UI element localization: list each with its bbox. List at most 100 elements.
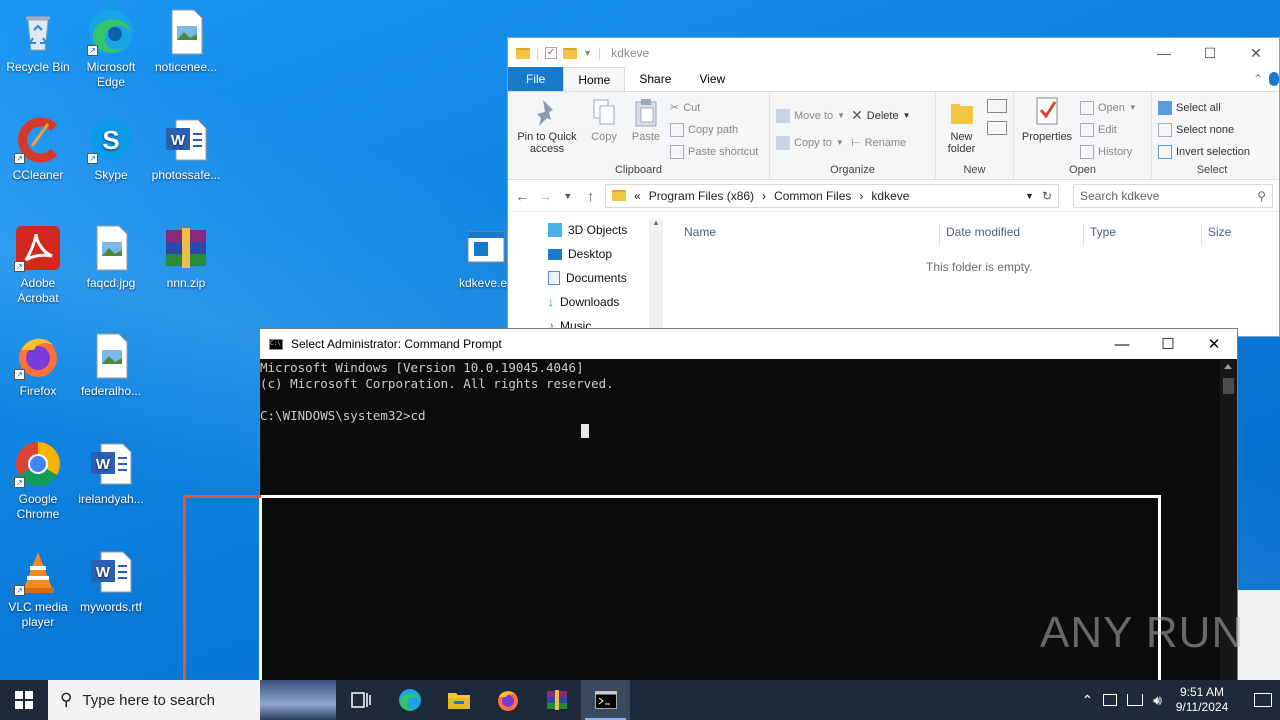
desktop-icon-edge[interactable]: ↗ Microsoft Edge	[73, 8, 149, 90]
back-arrow-icon[interactable]: ←	[514, 188, 531, 204]
taskbar-file-explorer[interactable]	[434, 680, 483, 720]
address-dropdown-icon[interactable]: ▼	[1025, 191, 1034, 201]
breadcrumb-overflow[interactable]: «	[634, 189, 641, 203]
select-none-button[interactable]: Select none	[1158, 121, 1250, 138]
minimize-button[interactable]: —	[1141, 38, 1187, 68]
minimize-button[interactable]: —	[1099, 329, 1145, 359]
cmd-title-bar[interactable]: C:\ Select Administrator: Command Prompt…	[260, 329, 1237, 359]
scroll-thumb[interactable]	[1223, 378, 1234, 394]
start-button[interactable]	[0, 680, 48, 720]
close-button[interactable]: ✕	[1233, 38, 1279, 68]
maximize-button[interactable]: ☐	[1145, 329, 1191, 359]
new-group: New folder New	[936, 92, 1014, 179]
nav-item-desktop[interactable]: Desktop	[508, 242, 664, 266]
svg-text:W: W	[96, 456, 111, 473]
open-button[interactable]: Open ▼	[1080, 99, 1137, 116]
invert-selection-button[interactable]: Invert selection	[1158, 143, 1250, 160]
desktop-icon-photossafe[interactable]: W photossafe...	[148, 116, 224, 183]
taskbar-winrar[interactable]	[532, 680, 581, 720]
copy-path-button[interactable]: Copy path	[670, 121, 758, 138]
task-view-button[interactable]	[336, 680, 385, 720]
maximize-button[interactable]: ☐	[1187, 38, 1233, 68]
taskbar-firefox[interactable]	[483, 680, 532, 720]
chevron-right-icon[interactable]: ›	[762, 189, 766, 203]
annotation-line	[183, 495, 261, 498]
new-item-icon[interactable]	[987, 99, 1007, 113]
delete-button[interactable]: ✕ Delete ▼	[851, 107, 910, 124]
rename-button[interactable]: ⊢ Rename	[851, 134, 910, 151]
search-input[interactable]: Search kdkeve ⚲	[1073, 183, 1273, 208]
paste-shortcut-button[interactable]: Paste shortcut	[670, 143, 758, 160]
column-name[interactable]: Name	[678, 224, 940, 246]
device-icon[interactable]	[1103, 694, 1118, 706]
desktop-icon-chrome[interactable]: ↗ Google Chrome	[0, 440, 76, 522]
recent-chevron-icon[interactable]: ▼	[560, 191, 577, 201]
address-bar[interactable]: « Program Files (x86) › Common Files › k…	[605, 183, 1059, 208]
nav-item-3d-objects[interactable]: 3D Objects	[508, 218, 664, 242]
move-to-button[interactable]: Move to ▼	[776, 107, 845, 124]
notification-icon[interactable]	[1254, 693, 1272, 707]
easy-access-icon[interactable]	[987, 121, 1007, 135]
chevron-up-icon[interactable]: ⌃	[1247, 67, 1269, 91]
desktop-icon-acrobat[interactable]: ↗ Adobe Acrobat	[0, 224, 76, 306]
properties-check-icon[interactable]: ✓	[545, 47, 558, 59]
image-file-icon	[162, 8, 210, 56]
column-size[interactable]: Size	[1202, 224, 1272, 246]
file-explorer-window[interactable]: | ✓ ▼ | kdkeve — ☐ ✕ File Home Share Vie…	[507, 37, 1280, 337]
tab-view[interactable]: View	[685, 67, 739, 91]
desktop-icon-mywords[interactable]: W mywords.rtf	[73, 548, 149, 615]
breadcrumb-kdkeve[interactable]: kdkeve	[871, 189, 909, 203]
desktop-icon-vlc[interactable]: ↗ VLC media player	[0, 548, 76, 630]
empty-folder-message: This folder is empty.	[926, 260, 1033, 274]
desktop-icon-recycle-bin[interactable]: Recycle Bin	[0, 8, 76, 75]
breadcrumb-program-files-x86[interactable]: Program Files (x86)	[649, 189, 754, 203]
desktop-icon-ccleaner[interactable]: ↗ CCleaner	[0, 116, 76, 183]
system-tray: ⌃ 🔊︎ 9:51 AM 9/11/2024	[1081, 685, 1280, 715]
downloads-icon: ↓	[548, 295, 554, 309]
desktop-icon-skype[interactable]: S ↗ Skype	[73, 116, 149, 183]
desktop-icon-noticenee[interactable]: noticenee...	[148, 8, 224, 75]
edit-button[interactable]: Edit	[1080, 121, 1137, 138]
history-button[interactable]: History	[1080, 143, 1137, 160]
icon-label: Skype	[94, 168, 128, 182]
tab-share[interactable]: Share	[625, 67, 685, 91]
up-arrow-icon[interactable]: ↑	[582, 188, 599, 204]
nav-scrollbar[interactable]: ▲	[649, 218, 663, 328]
close-button[interactable]: ✕	[1191, 329, 1237, 359]
desktop-icon-irelandyah[interactable]: W irelandyah...	[73, 440, 149, 507]
taskbar-command-prompt[interactable]	[581, 680, 630, 720]
new-folder-icon[interactable]	[563, 47, 578, 59]
nav-item-downloads[interactable]: ↓ Downloads	[508, 290, 664, 314]
column-date-modified[interactable]: Date modified	[940, 224, 1084, 246]
desktop-icon-faqcd[interactable]: faqcd.jpg	[73, 224, 149, 291]
desktop-icon-nnn-zip[interactable]: nnn.zip	[148, 224, 224, 291]
desktop-icon-firefox[interactable]: ↗ Firefox	[0, 332, 76, 399]
chevron-down-icon[interactable]: ▼	[583, 48, 592, 58]
column-type[interactable]: Type	[1084, 224, 1202, 246]
breadcrumb-common-files[interactable]: Common Files	[774, 189, 851, 203]
scroll-up-icon[interactable]	[1224, 364, 1232, 369]
nav-item-documents[interactable]: Documents	[508, 266, 664, 290]
forward-arrow-icon[interactable]: →	[537, 188, 554, 204]
refresh-icon[interactable]: ↻	[1042, 189, 1052, 203]
desktop-icon	[548, 248, 562, 260]
cut-button[interactable]: ✂ Cut	[670, 99, 758, 116]
explorer-title-bar[interactable]: | ✓ ▼ | kdkeve — ☐ ✕	[508, 38, 1279, 68]
firefox-icon	[497, 691, 518, 711]
network-icon[interactable]	[1127, 694, 1144, 706]
tab-file[interactable]: File	[508, 67, 564, 91]
clock[interactable]: 9:51 AM 9/11/2024	[1172, 685, 1232, 715]
select-all-button[interactable]: Select all	[1158, 99, 1250, 116]
cmd-scrollbar[interactable]	[1220, 360, 1237, 720]
copy-to-button[interactable]: Copy to ▼	[776, 134, 845, 151]
volume-icon[interactable]: 🔊︎	[1153, 692, 1162, 709]
help-icon[interactable]	[1269, 72, 1279, 86]
chevron-up-icon[interactable]: ⌃	[1081, 692, 1093, 709]
taskbar-search-box[interactable]: ⚲ Type here to search	[48, 680, 336, 720]
command-prompt-icon	[594, 691, 617, 709]
taskbar-edge[interactable]	[385, 680, 434, 720]
desktop-icon-federalho[interactable]: federalho...	[73, 332, 149, 399]
tab-home[interactable]: Home	[563, 67, 626, 91]
console-output[interactable]: Microsoft Windows [Version 10.0.19045.40…	[260, 360, 1220, 424]
chevron-right-icon[interactable]: ›	[859, 189, 863, 203]
